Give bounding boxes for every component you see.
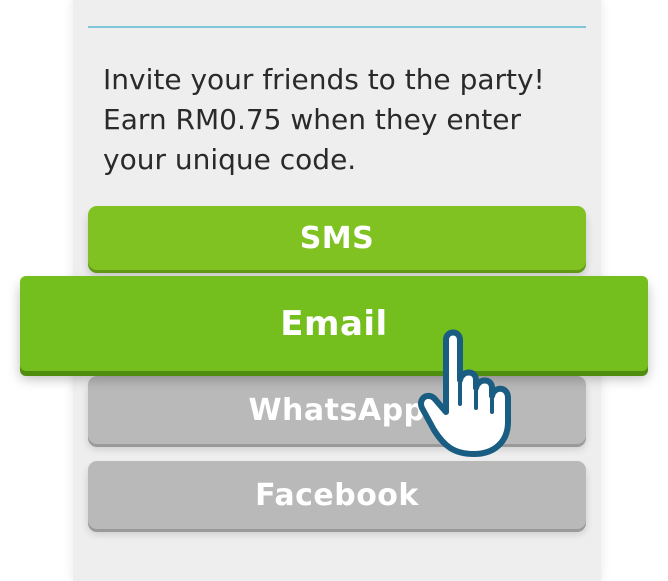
invite-message: Invite your friends to the party! Earn R… — [103, 63, 545, 176]
email-button-label: Email — [280, 303, 388, 344]
whatsapp-button[interactable]: WhatsApp — [88, 376, 586, 444]
card-divider — [88, 26, 586, 28]
sms-button-label: SMS — [299, 220, 375, 256]
whatsapp-button-label: WhatsApp — [248, 392, 426, 428]
sms-button[interactable]: SMS — [88, 206, 586, 270]
facebook-button[interactable]: Facebook — [88, 461, 586, 529]
facebook-button-label: Facebook — [255, 477, 419, 513]
share-screen: Invite your friends to the party! Earn R… — [0, 0, 668, 581]
email-button[interactable]: Email — [20, 276, 648, 371]
